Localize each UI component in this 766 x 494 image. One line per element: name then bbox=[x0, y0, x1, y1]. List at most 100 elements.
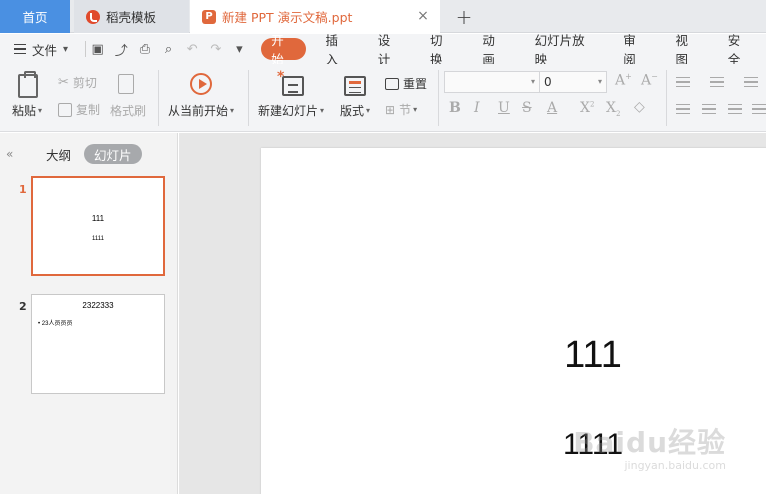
new-slide-icon bbox=[277, 69, 304, 96]
layout-icon bbox=[344, 76, 366, 96]
tab-template-label: 稻壳模板 bbox=[106, 10, 157, 25]
paste-label: 粘贴 bbox=[12, 104, 37, 118]
format-painter-button[interactable]: 格式刷 bbox=[110, 102, 146, 119]
caret-down-icon: ▾ bbox=[366, 106, 371, 115]
decrease-font-icon[interactable]: A− bbox=[641, 72, 658, 89]
divider bbox=[666, 70, 667, 126]
tab-document[interactable]: P 新建 PPT 演示文稿.ppt × bbox=[190, 0, 440, 33]
superscript-icon[interactable]: X2 bbox=[580, 100, 594, 116]
slide-thumbnail-1[interactable]: 111 1111 bbox=[31, 176, 165, 276]
section-icon: ⊞ bbox=[385, 102, 396, 117]
tab-start[interactable]: 开始 bbox=[261, 33, 306, 67]
thumbnail-title: 111 bbox=[91, 214, 105, 223]
format-painter-label: 格式刷 bbox=[110, 104, 147, 118]
caret-down-icon: ▾ bbox=[38, 106, 43, 115]
tab-insert[interactable]: 插入 bbox=[312, 33, 364, 67]
ribbon-tabs: 开始 插入 设计 切换 动画 幻灯片放映 审阅 视图 安全 bbox=[261, 33, 766, 67]
layout-label: 版式 bbox=[340, 104, 365, 118]
thumbnail-title: 2322333 bbox=[82, 301, 114, 310]
print-icon[interactable]: ⎙ bbox=[133, 37, 157, 61]
bold-icon[interactable]: B bbox=[449, 100, 461, 116]
caret-down-icon: ▾ bbox=[320, 106, 325, 115]
slide-number: 1 bbox=[19, 183, 27, 196]
section-button[interactable]: ⊞ 节 ▾ bbox=[385, 101, 417, 118]
copy-button[interactable]: 复制 bbox=[58, 101, 100, 118]
underline-icon[interactable]: U bbox=[498, 100, 510, 116]
paste-icon bbox=[18, 71, 38, 98]
cut-label: 剪切 bbox=[72, 76, 97, 90]
undo-icon[interactable]: ↶ bbox=[180, 37, 204, 61]
paste-button[interactable] bbox=[18, 71, 38, 98]
paste-dropdown[interactable]: 粘贴 ▾ bbox=[12, 102, 42, 119]
thumbnail-subtitle: 1111 bbox=[91, 236, 104, 242]
from-current-label: 从当前开始 bbox=[168, 104, 229, 118]
baidu-watermark: Baidu经验 jingyan.baidu.com bbox=[573, 421, 726, 472]
tab-home[interactable]: 首页 bbox=[0, 0, 70, 33]
indent-icon[interactable] bbox=[744, 77, 758, 87]
font-name-select[interactable]: ▾ bbox=[444, 71, 540, 93]
copy-label: 复制 bbox=[76, 103, 101, 117]
increase-font-icon[interactable]: A+ bbox=[615, 72, 632, 89]
tab-transition[interactable]: 切换 bbox=[416, 33, 468, 67]
menu-bar: 文件 ▾ ▣ ⤴ ⎙ ⌕ ↶ ↷ ▾ 开始 插入 设计 切换 动画 幻灯片放映 … bbox=[0, 33, 766, 67]
reset-label: 重置 bbox=[403, 77, 428, 91]
file-menu-label: 文件 bbox=[32, 42, 58, 58]
window-tab-bar: 首页 稻壳模板 P 新建 PPT 演示文稿.ppt × + bbox=[0, 0, 766, 33]
quick-access-more-icon[interactable]: ▾ bbox=[228, 37, 252, 61]
font-size-select[interactable]: 0 ▾ bbox=[539, 71, 607, 93]
from-current-button[interactable]: 从当前开始 ▾ bbox=[168, 102, 234, 119]
tab-outline[interactable]: 大纲 bbox=[46, 144, 71, 164]
align-center-icon[interactable] bbox=[702, 104, 716, 114]
tab-view[interactable]: 视图 bbox=[661, 33, 713, 67]
slide-thumbnail-2[interactable]: 2322333 • 23人员员员 bbox=[31, 294, 165, 394]
cut-button[interactable]: ✂ 剪切 bbox=[58, 74, 97, 91]
numbered-list-icon[interactable] bbox=[710, 77, 724, 87]
redo-icon[interactable]: ↷ bbox=[204, 37, 228, 61]
play-from-current-icon[interactable] bbox=[190, 73, 212, 95]
scissors-icon: ✂ bbox=[58, 75, 69, 90]
slide-panel: « 大纲 幻灯片 1 111 1111 2 2322333 • 23人员员员 bbox=[0, 133, 178, 494]
tab-template[interactable]: 稻壳模板 bbox=[74, 0, 189, 33]
tab-design[interactable]: 设计 bbox=[364, 33, 416, 67]
new-slide-button[interactable]: 新建幻灯片 ▾ bbox=[258, 102, 324, 119]
font-color-icon[interactable]: A bbox=[547, 100, 557, 116]
layout-button[interactable]: 版式 ▾ bbox=[340, 102, 370, 119]
caret-down-icon: ▾ bbox=[530, 77, 535, 86]
tab-animation[interactable]: 动画 bbox=[468, 33, 520, 67]
save-icon[interactable]: ▣ bbox=[86, 37, 110, 61]
slide-title[interactable]: 111 bbox=[261, 334, 766, 377]
ribbon-toolbar: 粘贴▾ ✂ 剪切 复制 格式刷 从当前开始▾ 新建幻灯片▾ 版式▾ 重置 ⊞ 节… bbox=[0, 64, 766, 132]
align-left-icon[interactable] bbox=[676, 104, 690, 114]
copy-icon bbox=[58, 102, 72, 117]
reset-button[interactable]: 重置 bbox=[385, 75, 427, 92]
tab-review[interactable]: 审阅 bbox=[609, 33, 661, 67]
tab-security[interactable]: 安全 bbox=[714, 33, 766, 67]
print-preview-icon[interactable]: ⌕ bbox=[157, 37, 181, 61]
justify-icon[interactable] bbox=[752, 104, 766, 114]
export-icon[interactable]: ⤴ bbox=[110, 37, 134, 61]
new-tab-button[interactable]: + bbox=[452, 0, 476, 33]
format-painter-icon[interactable] bbox=[118, 74, 134, 94]
close-icon[interactable]: × bbox=[416, 9, 430, 23]
clear-format-icon[interactable]: ◇ bbox=[634, 99, 645, 115]
slide-editing-area: 111 1111 Baidu经验 jingyan.baidu.com bbox=[179, 133, 766, 494]
bullet-list-icon[interactable] bbox=[676, 77, 690, 87]
thumbnail-bullet: • 23人员员员 bbox=[38, 321, 73, 327]
align-right-icon[interactable] bbox=[728, 104, 742, 114]
strikethrough-icon[interactable]: S bbox=[522, 100, 532, 116]
subscript-icon[interactable]: X2 bbox=[606, 100, 620, 118]
tab-slides[interactable]: 幻灯片 bbox=[84, 144, 142, 164]
divider bbox=[438, 70, 439, 126]
file-menu[interactable]: 文件 ▾ bbox=[0, 40, 85, 59]
reset-icon bbox=[385, 77, 399, 90]
font-size-value: 0 bbox=[544, 75, 552, 89]
collapse-panel-icon[interactable]: « bbox=[6, 147, 13, 161]
italic-icon[interactable]: I bbox=[474, 100, 480, 116]
hamburger-icon bbox=[14, 44, 26, 54]
new-slide-label: 新建幻灯片 bbox=[258, 104, 319, 118]
new-slide-icon-button[interactable] bbox=[277, 69, 304, 96]
caret-down-icon: ▾ bbox=[413, 105, 418, 114]
tab-slideshow[interactable]: 幻灯片放映 bbox=[521, 33, 610, 67]
divider bbox=[248, 70, 249, 126]
layout-icon-button[interactable] bbox=[344, 76, 366, 96]
